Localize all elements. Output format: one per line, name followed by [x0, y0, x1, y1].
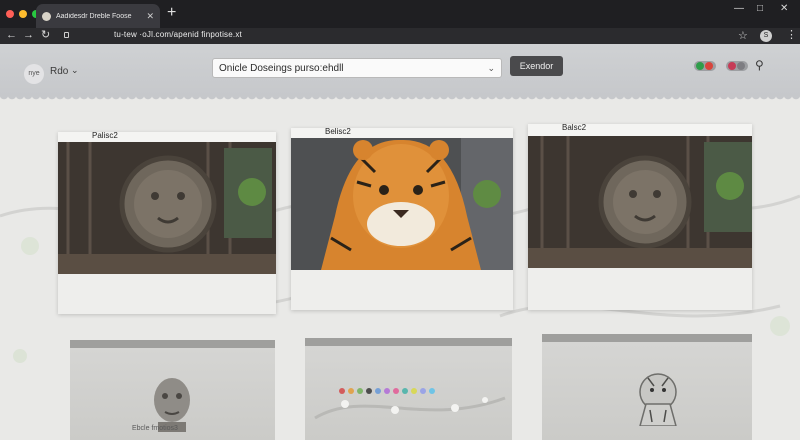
tiger-shield-image [58, 142, 276, 274]
close-window-button[interactable] [6, 10, 14, 18]
new-tab-icon[interactable]: + [167, 5, 176, 21]
tiger-portrait-image [291, 138, 513, 270]
color-swatch[interactable] [348, 388, 354, 394]
toggle-knob [705, 62, 713, 70]
avatar[interactable]: nye [24, 64, 44, 84]
toggle-switch[interactable] [726, 61, 748, 71]
thumbnail-band [70, 340, 275, 348]
chevron-down-icon[interactable]: ⌄ [71, 65, 79, 76]
toggle-knob [737, 62, 745, 70]
search-icon[interactable]: ⚲ [755, 58, 764, 72]
thumbnail-band [305, 338, 512, 346]
statue-face-image [154, 378, 190, 432]
card-label: Belisc2 [325, 127, 351, 136]
card-footer [58, 274, 276, 314]
kebab-menu-icon[interactable]: ⋮ [786, 28, 797, 41]
collection-select[interactable]: Onicle Doseings purso:ehdll ⌄ [212, 58, 502, 78]
card-label: Palisc2 [92, 131, 118, 140]
color-swatch[interactable] [402, 388, 408, 394]
color-swatches[interactable] [339, 388, 435, 394]
color-swatch[interactable] [339, 388, 345, 394]
tiger-shield-image [528, 136, 752, 268]
color-swatch[interactable] [366, 388, 372, 394]
card-footer [291, 270, 513, 310]
page-header: nye Rdo ⌄ Onicle Doseings purso:ehdll ⌄ … [0, 44, 800, 101]
restore-icon[interactable]: □ [757, 3, 763, 14]
color-swatch[interactable] [375, 388, 381, 394]
thumbnail-caption: Ebcle fmotios3 [132, 425, 178, 432]
toggle-knob [696, 62, 704, 70]
tab-title: Aadidesdr Dreble Foose [56, 12, 132, 20]
browser-tab[interactable]: Aadidesdr Dreble Foose ✕ [36, 4, 160, 28]
select-value: Onicle Doseings purso:ehdll [219, 62, 344, 74]
toggle-switch[interactable] [694, 61, 716, 71]
blossom-panel-image [314, 396, 506, 420]
browser-tab-bar: Aadidesdr Dreble Foose ✕ + — □ ✕ [0, 0, 800, 28]
close-icon[interactable]: ✕ [780, 3, 788, 14]
extension-icon[interactable]: S [760, 30, 772, 42]
chevron-down-icon: ⌄ [487, 62, 495, 73]
lock-icon [64, 32, 69, 38]
gallery-thumbnail[interactable]: Ebcle fmotios3 [70, 340, 275, 440]
card-label: Balsc2 [562, 123, 587, 132]
arrow-left-icon[interactable]: ← [6, 28, 17, 43]
user-name[interactable]: Rdo [50, 66, 68, 77]
reload-icon[interactable]: ↻ [41, 28, 50, 43]
color-swatch[interactable] [384, 388, 390, 394]
address-bar[interactable]: tu-tew ·oJl.com/apenid finpotise.xt [114, 30, 242, 39]
gallery-card[interactable]: Palisc2 [58, 131, 276, 314]
toggle-knob [728, 62, 736, 70]
star-icon[interactable]: ☆ [738, 29, 748, 42]
browser-toolbar: ← → ↻ tu-tew ·oJl.com/apenid finpotise.x… [0, 28, 800, 44]
minimize-icon[interactable]: — [734, 3, 744, 14]
minimize-window-button[interactable] [19, 10, 27, 18]
color-swatch[interactable] [393, 388, 399, 394]
thumbnail-band [542, 334, 752, 342]
color-swatch[interactable] [420, 388, 426, 394]
gallery-card[interactable]: Belisc2 [291, 127, 513, 310]
arrow-right-icon[interactable]: → [23, 28, 34, 43]
card-footer [528, 268, 752, 310]
color-swatch[interactable] [429, 388, 435, 394]
color-swatch[interactable] [411, 388, 417, 394]
tiger-sketch-image [639, 373, 677, 426]
favicon-icon [42, 11, 51, 21]
gallery-card[interactable]: Balsc2 [528, 123, 752, 310]
gallery-thumbnail[interactable] [542, 334, 752, 440]
extend-button[interactable]: Exendor [510, 56, 563, 76]
color-swatch[interactable] [357, 388, 363, 394]
tab-close-icon[interactable]: ✕ [146, 11, 154, 22]
window-buttons [6, 10, 40, 18]
